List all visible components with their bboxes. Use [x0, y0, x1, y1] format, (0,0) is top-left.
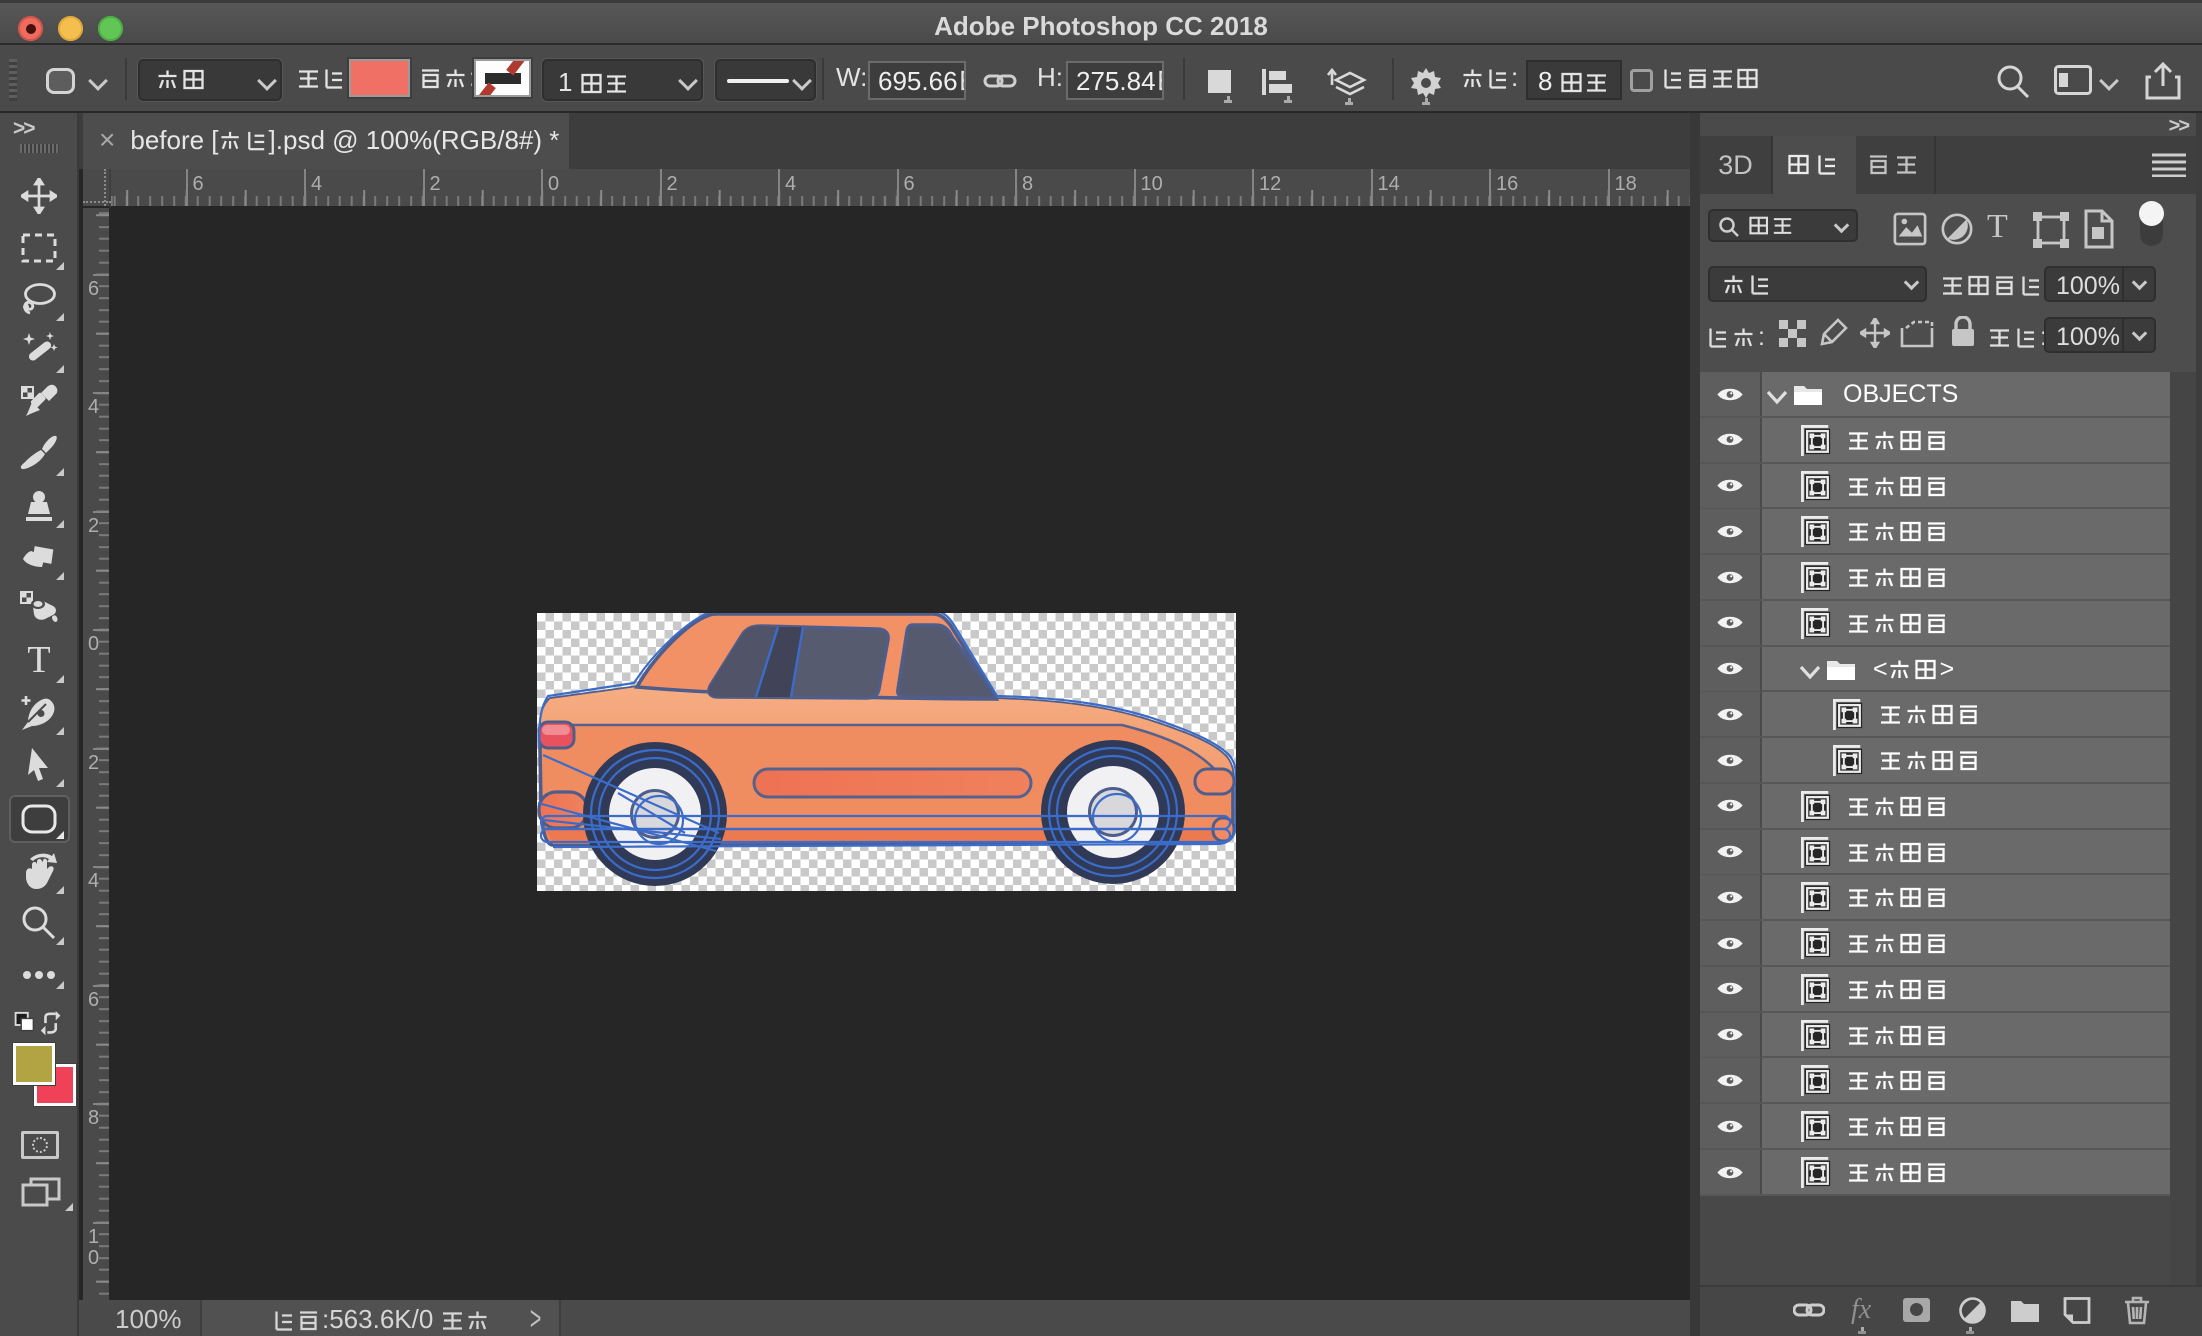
- svg-text:T: T: [27, 643, 50, 679]
